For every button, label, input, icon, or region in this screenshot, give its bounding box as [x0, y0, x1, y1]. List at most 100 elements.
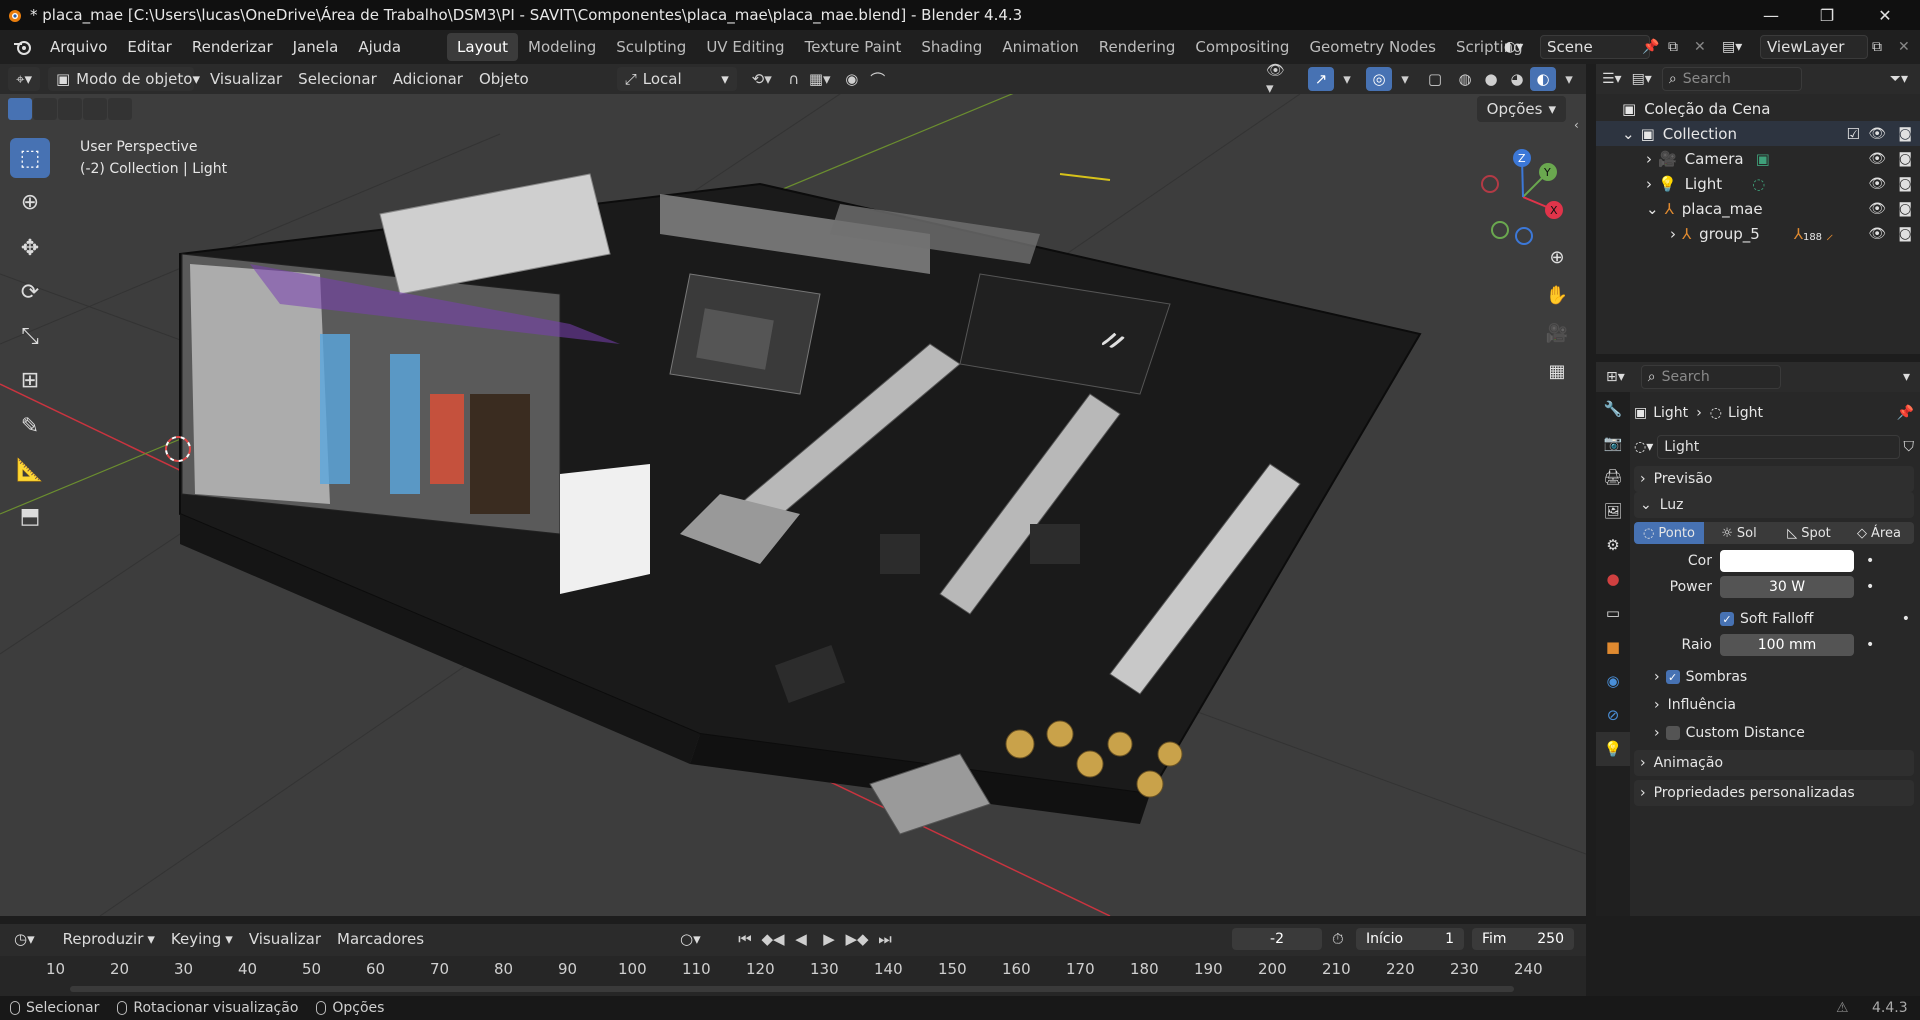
new-scene-icon[interactable]: ⧉: [1668, 39, 1678, 55]
delete-view-layer-icon[interactable]: ✕: [1898, 39, 1910, 55]
light-type-spot[interactable]: ◺ Spot: [1774, 522, 1844, 544]
scene-name-field[interactable]: Scene: [1540, 35, 1650, 59]
eye-icon[interactable]: 👁: [1868, 126, 1886, 142]
tree-camera[interactable]: › 🎥 Camera ▣ 👁 ◙: [1596, 146, 1920, 171]
prev-keyframe-button[interactable]: ◆◀: [760, 927, 786, 951]
tab-constraints[interactable]: ⊘: [1596, 698, 1630, 732]
new-view-layer-icon[interactable]: ⧉: [1872, 39, 1882, 55]
select-intersect-button[interactable]: [108, 98, 132, 120]
menu-editar[interactable]: Editar: [117, 38, 181, 56]
tree-light[interactable]: › 💡 Light ◌ 👁 ◙: [1596, 171, 1920, 196]
tab-uv-editing[interactable]: UV Editing: [696, 33, 794, 61]
tab-shading[interactable]: Shading: [911, 33, 992, 61]
shading-material[interactable]: ◕: [1504, 67, 1530, 91]
transform-orientation-dropdown[interactable]: ⤢ Local ▾: [616, 67, 737, 91]
transform-tool[interactable]: ⊞: [10, 360, 50, 400]
fake-user-shield-icon[interactable]: ⛉: [1904, 439, 1915, 455]
menu-ajuda[interactable]: Ajuda: [348, 38, 411, 56]
start-frame-field[interactable]: Início 1: [1356, 928, 1464, 950]
timeline-ruler[interactable]: 10 20 30 40 50 60 70 80 90 100 110 120 1…: [0, 956, 1586, 996]
filter-icon[interactable]: ⏷▾: [1890, 71, 1908, 87]
menu-renderizar[interactable]: Renderizar: [182, 38, 283, 56]
menu-selecionar[interactable]: Selecionar: [290, 67, 385, 91]
render-camera-icon[interactable]: ◙: [1898, 126, 1912, 142]
editor-type-icon[interactable]: ⊞▾: [1606, 369, 1625, 385]
keyframe-dot-icon[interactable]: •: [1866, 579, 1874, 595]
tab-sculpting[interactable]: Sculpting: [606, 33, 696, 61]
view-layer-field[interactable]: ViewLayer: [1760, 35, 1868, 59]
proportional-edit-toggle[interactable]: ◉: [839, 67, 865, 91]
menu-arquivo[interactable]: Arquivo: [40, 38, 117, 56]
shading-rendered[interactable]: ◐: [1530, 67, 1556, 91]
scale-tool[interactable]: ⤡: [10, 316, 50, 356]
minimize-button[interactable]: —: [1744, 0, 1798, 30]
tab-scene[interactable]: ⚙: [1596, 528, 1630, 562]
menu-visualizar[interactable]: Visualizar: [202, 67, 290, 91]
visibility-toggle[interactable]: 👁▾: [1266, 61, 1292, 97]
tab-modeling[interactable]: Modeling: [518, 33, 606, 61]
pin-icon[interactable]: 📌: [1897, 405, 1914, 421]
menu-reproduzir[interactable]: Reproduzir ▾: [55, 927, 163, 951]
tab-compositing[interactable]: Compositing: [1185, 33, 1299, 61]
color-swatch[interactable]: [1720, 550, 1854, 572]
zoom-button[interactable]: ⊕: [1540, 240, 1574, 274]
delete-scene-icon[interactable]: ✕: [1694, 39, 1706, 55]
menu-marcadores[interactable]: Marcadores: [329, 927, 432, 951]
select-subtract-button[interactable]: [58, 98, 82, 120]
play-button[interactable]: ▶: [816, 927, 842, 951]
outliner-search[interactable]: ⌕ Search: [1661, 67, 1802, 91]
tab-geometry-nodes[interactable]: Geometry Nodes: [1299, 33, 1446, 61]
editor-type-icon[interactable]: ☰▾: [1602, 71, 1622, 87]
checkbox-icon[interactable]: ☑: [1847, 125, 1860, 143]
tab-object[interactable]: ■: [1596, 630, 1630, 664]
custom-distance-checkbox[interactable]: [1665, 726, 1680, 740]
rotate-tool[interactable]: ⟳: [10, 272, 50, 312]
keyframe-dot-icon[interactable]: •: [1866, 553, 1874, 569]
tab-texture-paint[interactable]: Texture Paint: [795, 33, 912, 61]
pan-button[interactable]: ✋: [1540, 278, 1574, 312]
chevron-down-icon[interactable]: ▾: [1903, 369, 1910, 385]
eye-icon[interactable]: 👁: [1868, 226, 1886, 242]
add-cube-tool[interactable]: ⬒: [10, 496, 50, 536]
render-camera-icon[interactable]: ◙: [1898, 151, 1912, 167]
cursor-tool[interactable]: ⊕: [10, 182, 50, 222]
render-camera-icon[interactable]: ◙: [1898, 226, 1912, 242]
select-invert-button[interactable]: [83, 98, 107, 120]
snap-target-button[interactable]: ▦▾: [807, 67, 833, 91]
stopwatch-icon[interactable]: ⏱: [1332, 930, 1344, 948]
menu-visualizar-timeline[interactable]: Visualizar: [241, 927, 329, 951]
timeline-scrollbar[interactable]: [70, 986, 1514, 992]
light-type-area[interactable]: ◇ Área: [1844, 522, 1914, 544]
falloff-button[interactable]: ⌒: [865, 67, 891, 91]
tree-collection[interactable]: ⌄ ▣ Collection ☑ 👁 ◙: [1596, 121, 1920, 146]
power-field[interactable]: 30 W: [1720, 576, 1854, 598]
overlays-toggle[interactable]: ◎: [1366, 67, 1392, 91]
tab-world[interactable]: ●: [1596, 562, 1630, 596]
menu-janela[interactable]: Janela: [283, 38, 349, 56]
panel-custom-props-header[interactable]: › Propriedades personalizadas: [1634, 780, 1914, 806]
pivot-point-button[interactable]: ⟲▾: [749, 67, 775, 91]
light-data-icon[interactable]: ◌▾: [1634, 439, 1653, 455]
keyframe-dot-icon[interactable]: •: [1902, 611, 1910, 627]
end-frame-field[interactable]: Fim 250: [1472, 928, 1574, 950]
eye-icon[interactable]: 👁: [1868, 201, 1886, 217]
camera-view-button[interactable]: 🎥: [1540, 316, 1574, 350]
panel-preview-header[interactable]: › Previsão: [1634, 466, 1914, 492]
options-dropdown[interactable]: Opções ▾: [1476, 96, 1566, 122]
soft-falloff-checkbox[interactable]: ✓: [1720, 612, 1734, 626]
snap-toggle[interactable]: ∩: [781, 67, 807, 91]
tab-render[interactable]: 📷: [1596, 426, 1630, 460]
jump-start-button[interactable]: ⏮: [732, 927, 758, 951]
shading-wireframe[interactable]: ◍: [1452, 67, 1478, 91]
light-gizmo[interactable]: [1059, 173, 1111, 181]
properties-search[interactable]: ⌕ Search: [1640, 365, 1781, 389]
light-type-point[interactable]: ◌ Ponto: [1634, 522, 1704, 544]
tab-collection[interactable]: ▭: [1596, 596, 1630, 630]
light-type-sun[interactable]: ☼ Sol: [1704, 522, 1774, 544]
radius-field[interactable]: 100 mm: [1720, 634, 1854, 656]
measure-tool[interactable]: 📐: [10, 450, 50, 490]
motherboard-model[interactable]: ᨀ: [179, 173, 1422, 835]
tree-placa-mae[interactable]: ⌄ ⅄ placa_mae 👁 ◙: [1596, 196, 1920, 221]
tab-output[interactable]: 🖨: [1596, 460, 1630, 494]
panel-animation-header[interactable]: › Animação: [1634, 750, 1914, 776]
